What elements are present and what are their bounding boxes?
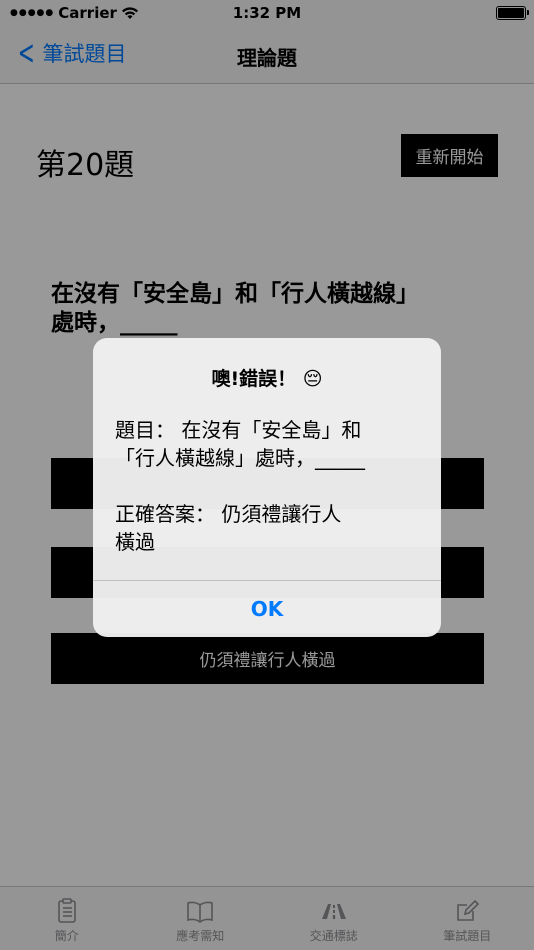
alert-message: 題目： 在沒有「安全島」和 「行人橫越線」處時，_____ 正確答案： 仍須禮讓… — [115, 416, 423, 556]
alert-question-line-2: 「行人橫越線」處時，_____ — [115, 446, 365, 470]
wrong-answer-alert: 噢!錯誤！ 😔 題目： 在沒有「安全島」和 「行人橫越線」處時，_____ 正確… — [93, 338, 441, 637]
alert-question-line-1: 題目： 在沒有「安全島」和 — [115, 418, 362, 442]
ok-button[interactable]: OK — [93, 581, 441, 637]
alert-answer-line-1: 正確答案： 仍須禮讓行人 — [115, 502, 342, 526]
alert-answer-line-2: 橫過 — [115, 530, 155, 554]
alert-title: 噢!錯誤！ 😔 — [211, 368, 323, 390]
